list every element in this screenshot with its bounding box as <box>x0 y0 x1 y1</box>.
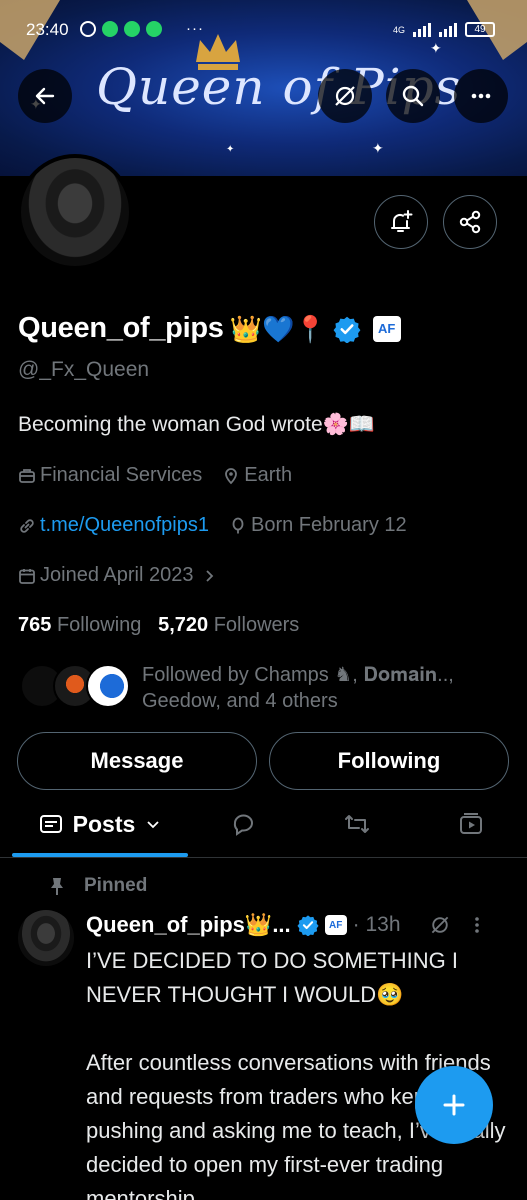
signal-icon <box>439 22 457 37</box>
chevron-right-icon <box>206 569 214 582</box>
followers-count: 5,720 <box>158 614 209 636</box>
status-bar: 23:40 ··· 4G 49 <box>0 0 527 64</box>
profile-joined-row[interactable]: Joined April 2023 <box>18 564 217 587</box>
name-emojis: 👑💙📍 <box>229 313 327 344</box>
profile-tabs: Posts <box>0 795 527 857</box>
following-button[interactable]: Following <box>269 732 509 790</box>
post-more-icon[interactable] <box>467 915 487 935</box>
search-icon <box>402 85 424 107</box>
signal-icon <box>413 22 431 37</box>
battery-level: 49 <box>465 22 495 37</box>
balloon-icon <box>232 517 244 533</box>
profile-handle: @_Fx_Queen <box>18 358 150 381</box>
notifications-button[interactable] <box>374 195 428 249</box>
post-header: Queen_of_pips👑... AF · 13h <box>86 912 487 938</box>
verified-icon[interactable] <box>333 315 361 343</box>
followed-by-text[interactable]: Followed by Champs ♞, 𝐃𝐨𝐦𝐚𝐢𝐧.., Geedow, … <box>142 662 512 714</box>
media-icon <box>460 813 482 834</box>
pin-icon <box>51 878 63 895</box>
share-button[interactable] <box>443 195 497 249</box>
search-button[interactable] <box>386 69 440 123</box>
follower-avatar <box>86 664 130 708</box>
affiliate-badge[interactable]: AF <box>372 315 401 342</box>
pinned-label-row: Pinned <box>48 875 147 897</box>
following-count: 765 <box>18 614 52 636</box>
bell-plus-icon <box>391 210 413 232</box>
profile-name-row: Queen_of_pips 👑💙📍 AF <box>18 312 401 345</box>
tab-media[interactable] <box>441 795 501 853</box>
followed-by-avatars[interactable] <box>20 664 130 708</box>
star-icon: ✦ <box>372 140 384 156</box>
post-time[interactable]: · 13h <box>353 913 401 937</box>
profile-avatar[interactable] <box>17 154 133 270</box>
following-link[interactable]: 765 Following <box>18 614 141 636</box>
profile-birthday: Born February 12 <box>251 514 407 536</box>
back-arrow-icon <box>35 87 55 105</box>
briefcase-icon <box>19 468 35 483</box>
follow-stats: 765 Following 5,720 Followers <box>18 614 299 637</box>
tab-posts-label: Posts <box>72 810 136 837</box>
followers-link[interactable]: 5,720 Followers <box>158 614 299 636</box>
verified-icon <box>297 915 319 936</box>
share-icon <box>459 210 481 234</box>
repost-icon <box>345 815 369 833</box>
posts-icon <box>39 815 62 833</box>
whatsapp-icon <box>146 21 162 37</box>
profile-meta-row: t.me/Queenofpips1 Born February 12 <box>18 514 407 537</box>
hide-profile-button[interactable] <box>318 69 372 123</box>
plus-icon <box>443 1094 465 1116</box>
chevron-down-icon <box>147 821 159 829</box>
grok-icon[interactable] <box>429 914 451 936</box>
tab-reposts[interactable] <box>327 795 387 853</box>
link-icon <box>20 518 34 533</box>
profile-location: Earth <box>244 464 293 486</box>
alarm-icon <box>80 21 96 37</box>
message-button[interactable]: Message <box>17 732 257 790</box>
profile-name: Queen_of_pips <box>18 312 224 344</box>
tabs-divider <box>0 857 527 858</box>
whatsapp-icon <box>124 21 140 37</box>
back-button[interactable] <box>18 69 72 123</box>
calendar-icon <box>19 568 35 584</box>
following-label: Following <box>56 614 142 636</box>
reply-icon <box>233 814 253 836</box>
post-author-name[interactable]: Queen_of_pips👑... <box>86 912 291 938</box>
followers-label: Followers <box>213 614 300 636</box>
whatsapp-icon <box>102 21 118 37</box>
tab-posts[interactable]: Posts <box>12 795 188 853</box>
more-options-button[interactable] <box>454 69 508 123</box>
status-time: 23:40 <box>26 20 69 39</box>
compose-post-button[interactable] <box>415 1066 493 1144</box>
profile-bio: Becoming the woman God wrote🌸📖 <box>18 413 375 436</box>
tab-replies[interactable] <box>214 795 274 853</box>
location-icon <box>225 467 238 484</box>
star-icon: ✦ <box>226 144 235 155</box>
profile-category: Financial Services <box>40 464 203 486</box>
more-icon <box>471 93 491 99</box>
more-notifications-icon: ··· <box>186 20 204 37</box>
post-author-avatar[interactable] <box>18 910 74 966</box>
profile-link[interactable]: t.me/Queenofpips1 <box>40 514 209 537</box>
pinned-label: Pinned <box>84 875 148 896</box>
profile-meta-row: Financial Services Earth <box>18 464 292 487</box>
post-affiliate-badge: AF <box>324 915 347 935</box>
profile-joined: Joined April 2023 <box>40 564 194 586</box>
network-type: 4G <box>392 24 405 35</box>
hide-icon <box>335 86 355 106</box>
